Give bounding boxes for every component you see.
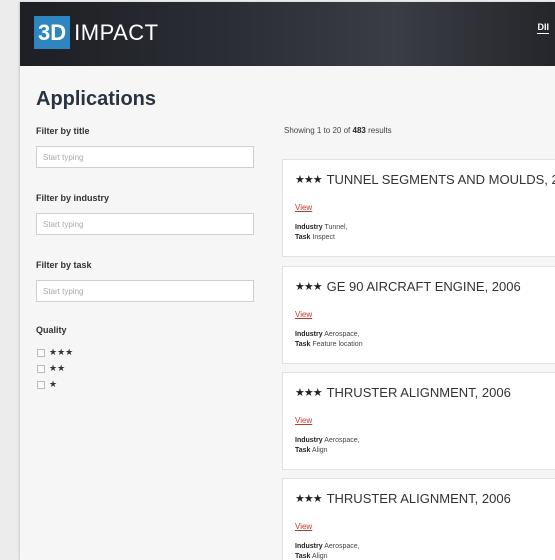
logo-badge: 3D (34, 16, 71, 49)
page-title: Applications (36, 88, 157, 110)
filter-industry-label: Filter by industry (36, 193, 110, 203)
results-total: 483 (352, 126, 366, 135)
card-title: ★★★ TUNNEL SEGMENTS AND MOULDS, 2 (295, 172, 555, 187)
card-title: ★★★ THRUSTER ALIGNMENT, 2006 (295, 491, 511, 506)
card-title: ★★★ GE 90 AIRCRAFT ENGINE, 2006 (295, 279, 521, 294)
view-link[interactable]: View (295, 310, 312, 319)
card-industry: Industry Tunnel, (295, 224, 348, 231)
logo-word: IMPACT (74, 19, 159, 45)
quality-option-3-stars[interactable]: ★★★ (37, 347, 73, 358)
quality-option-2-stars[interactable]: ★★ (37, 363, 65, 374)
three-stars-icon: ★★★ (49, 347, 74, 357)
one-star-icon: ★ (49, 379, 58, 389)
filter-title-label: Filter by title (36, 126, 90, 136)
filter-task-input[interactable] (36, 280, 254, 302)
quality-checkbox[interactable] (37, 364, 45, 373)
filter-title-input[interactable] (36, 146, 254, 168)
two-stars-icon: ★★ (49, 363, 66, 373)
site-header: 3D IMPACT DII (20, 2, 555, 66)
three-stars-icon: ★★★ (295, 387, 323, 399)
result-card: ★★★ GE 90 AIRCRAFT ENGINE, 2006 View Ind… (282, 266, 555, 364)
filter-task-label: Filter by task (36, 260, 92, 270)
result-card: ★★★ THRUSTER ALIGNMENT, 2006 View Indust… (282, 372, 555, 470)
view-link[interactable]: View (295, 203, 312, 212)
view-link[interactable]: View (295, 522, 312, 531)
quality-checkbox[interactable] (37, 348, 45, 357)
card-industry: Industry Aerospace, (295, 437, 360, 444)
card-industry: Industry Aerospace, (295, 331, 360, 338)
three-stars-icon: ★★★ (295, 493, 323, 505)
result-card: ★★★ TUNNEL SEGMENTS AND MOULDS, 2 View I… (282, 159, 555, 257)
view-link[interactable]: View (295, 416, 312, 425)
card-industry: Industry Aerospace, (295, 543, 360, 550)
browser-viewport: 3D IMPACT DII Applications Filter by tit… (20, 2, 555, 560)
card-task: Task Inspect (295, 234, 335, 241)
card-task: Task Align (295, 447, 328, 454)
site-logo[interactable]: 3D IMPACT (34, 16, 159, 49)
card-task: Task Feature location (295, 341, 363, 348)
three-stars-icon: ★★★ (295, 281, 323, 293)
nav-link[interactable]: DII (537, 22, 549, 34)
filter-industry-input[interactable] (36, 213, 254, 235)
quality-label: Quality (36, 325, 67, 335)
quality-option-1-star[interactable]: ★ (37, 379, 57, 390)
result-card: ★★★ THRUSTER ALIGNMENT, 2006 View Indust… (282, 478, 555, 560)
card-task: Task Align (295, 553, 328, 560)
results-count: Showing 1 to 20 of 483 results (284, 126, 392, 135)
three-stars-icon: ★★★ (295, 174, 323, 186)
quality-checkbox[interactable] (37, 380, 45, 389)
card-title: ★★★ THRUSTER ALIGNMENT, 2006 (295, 385, 511, 400)
